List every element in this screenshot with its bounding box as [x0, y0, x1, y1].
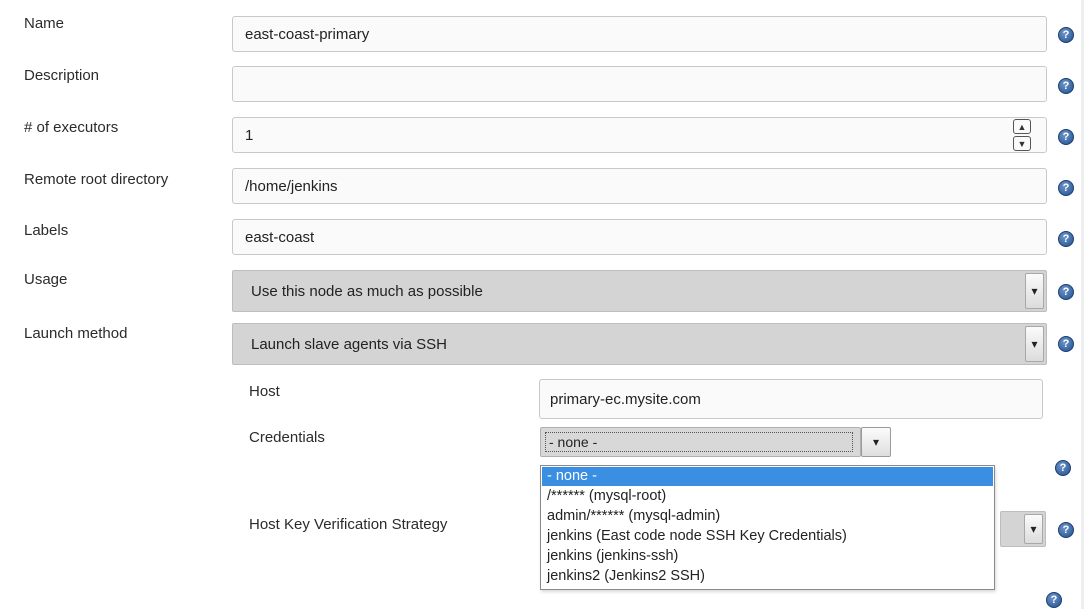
description-input[interactable]: [232, 66, 1047, 102]
usage-select-value: Use this node as much as possible: [251, 282, 483, 300]
host-input[interactable]: primary-ec.mysite.com: [539, 379, 1043, 419]
description-help-icon[interactable]: ?: [1058, 78, 1074, 94]
host-label: Host: [249, 383, 280, 400]
name-input[interactable]: east-coast-primary: [232, 16, 1047, 52]
remote-root-help-icon[interactable]: ?: [1058, 180, 1074, 196]
host-key-strategy-select[interactable]: ▾: [1000, 511, 1046, 547]
description-label: Description: [24, 67, 100, 84]
credentials-option[interactable]: - none -: [542, 467, 993, 486]
chevron-down-icon[interactable]: ▾: [861, 427, 891, 457]
extra-help-icon[interactable]: ?: [1046, 592, 1062, 608]
launch-method-select-value: Launch slave agents via SSH: [251, 335, 447, 353]
name-help-icon[interactable]: ?: [1058, 27, 1074, 43]
credentials-label: Credentials: [249, 429, 325, 446]
executors-help-icon[interactable]: ?: [1058, 129, 1074, 145]
executors-label: # of executors: [24, 119, 119, 136]
credentials-option[interactable]: admin/****** (mysql-admin): [542, 507, 993, 526]
launch-method-help-icon[interactable]: ?: [1058, 336, 1074, 352]
launch-method-select[interactable]: Launch slave agents via SSH ▾: [232, 323, 1047, 365]
remote-root-label: Remote root directory: [24, 171, 169, 188]
chevron-down-icon[interactable]: ▾: [1025, 273, 1044, 309]
credentials-dropdown-list[interactable]: - none - /****** (mysql-root) admin/****…: [540, 465, 995, 590]
chevron-down-icon[interactable]: ▾: [1024, 514, 1043, 544]
executors-input[interactable]: 1: [232, 117, 1047, 153]
credentials-select[interactable]: - none - ▾: [540, 427, 891, 457]
name-label: Name: [24, 15, 65, 32]
credentials-option[interactable]: jenkins2 (Jenkins2 SSH): [542, 567, 993, 586]
spinner-up-icon[interactable]: ▲: [1013, 119, 1031, 134]
host-key-strategy-help-icon[interactable]: ?: [1058, 522, 1074, 538]
spinner-down-icon[interactable]: ▼: [1013, 136, 1031, 151]
labels-input[interactable]: east-coast: [232, 219, 1047, 255]
credentials-help-icon[interactable]: ?: [1055, 460, 1071, 476]
remote-root-input[interactable]: /home/jenkins: [232, 168, 1047, 204]
usage-help-icon[interactable]: ?: [1058, 284, 1074, 300]
usage-select[interactable]: Use this node as much as possible ▾: [232, 270, 1047, 312]
credentials-option[interactable]: jenkins (East code node SSH Key Credenti…: [542, 527, 993, 546]
credentials-option[interactable]: jenkins (jenkins-ssh): [542, 547, 993, 566]
executors-spinner[interactable]: ▲ ▼: [1013, 119, 1031, 151]
labels-help-icon[interactable]: ?: [1058, 231, 1074, 247]
credentials-select-value: - none -: [545, 432, 853, 452]
labels-label: Labels: [24, 222, 69, 239]
usage-label: Usage: [24, 271, 68, 288]
host-key-strategy-label: Host Key Verification Strategy: [249, 516, 448, 533]
chevron-down-icon[interactable]: ▾: [1025, 326, 1044, 362]
credentials-option[interactable]: /****** (mysql-root): [542, 487, 993, 506]
launch-method-label: Launch method: [24, 325, 128, 342]
